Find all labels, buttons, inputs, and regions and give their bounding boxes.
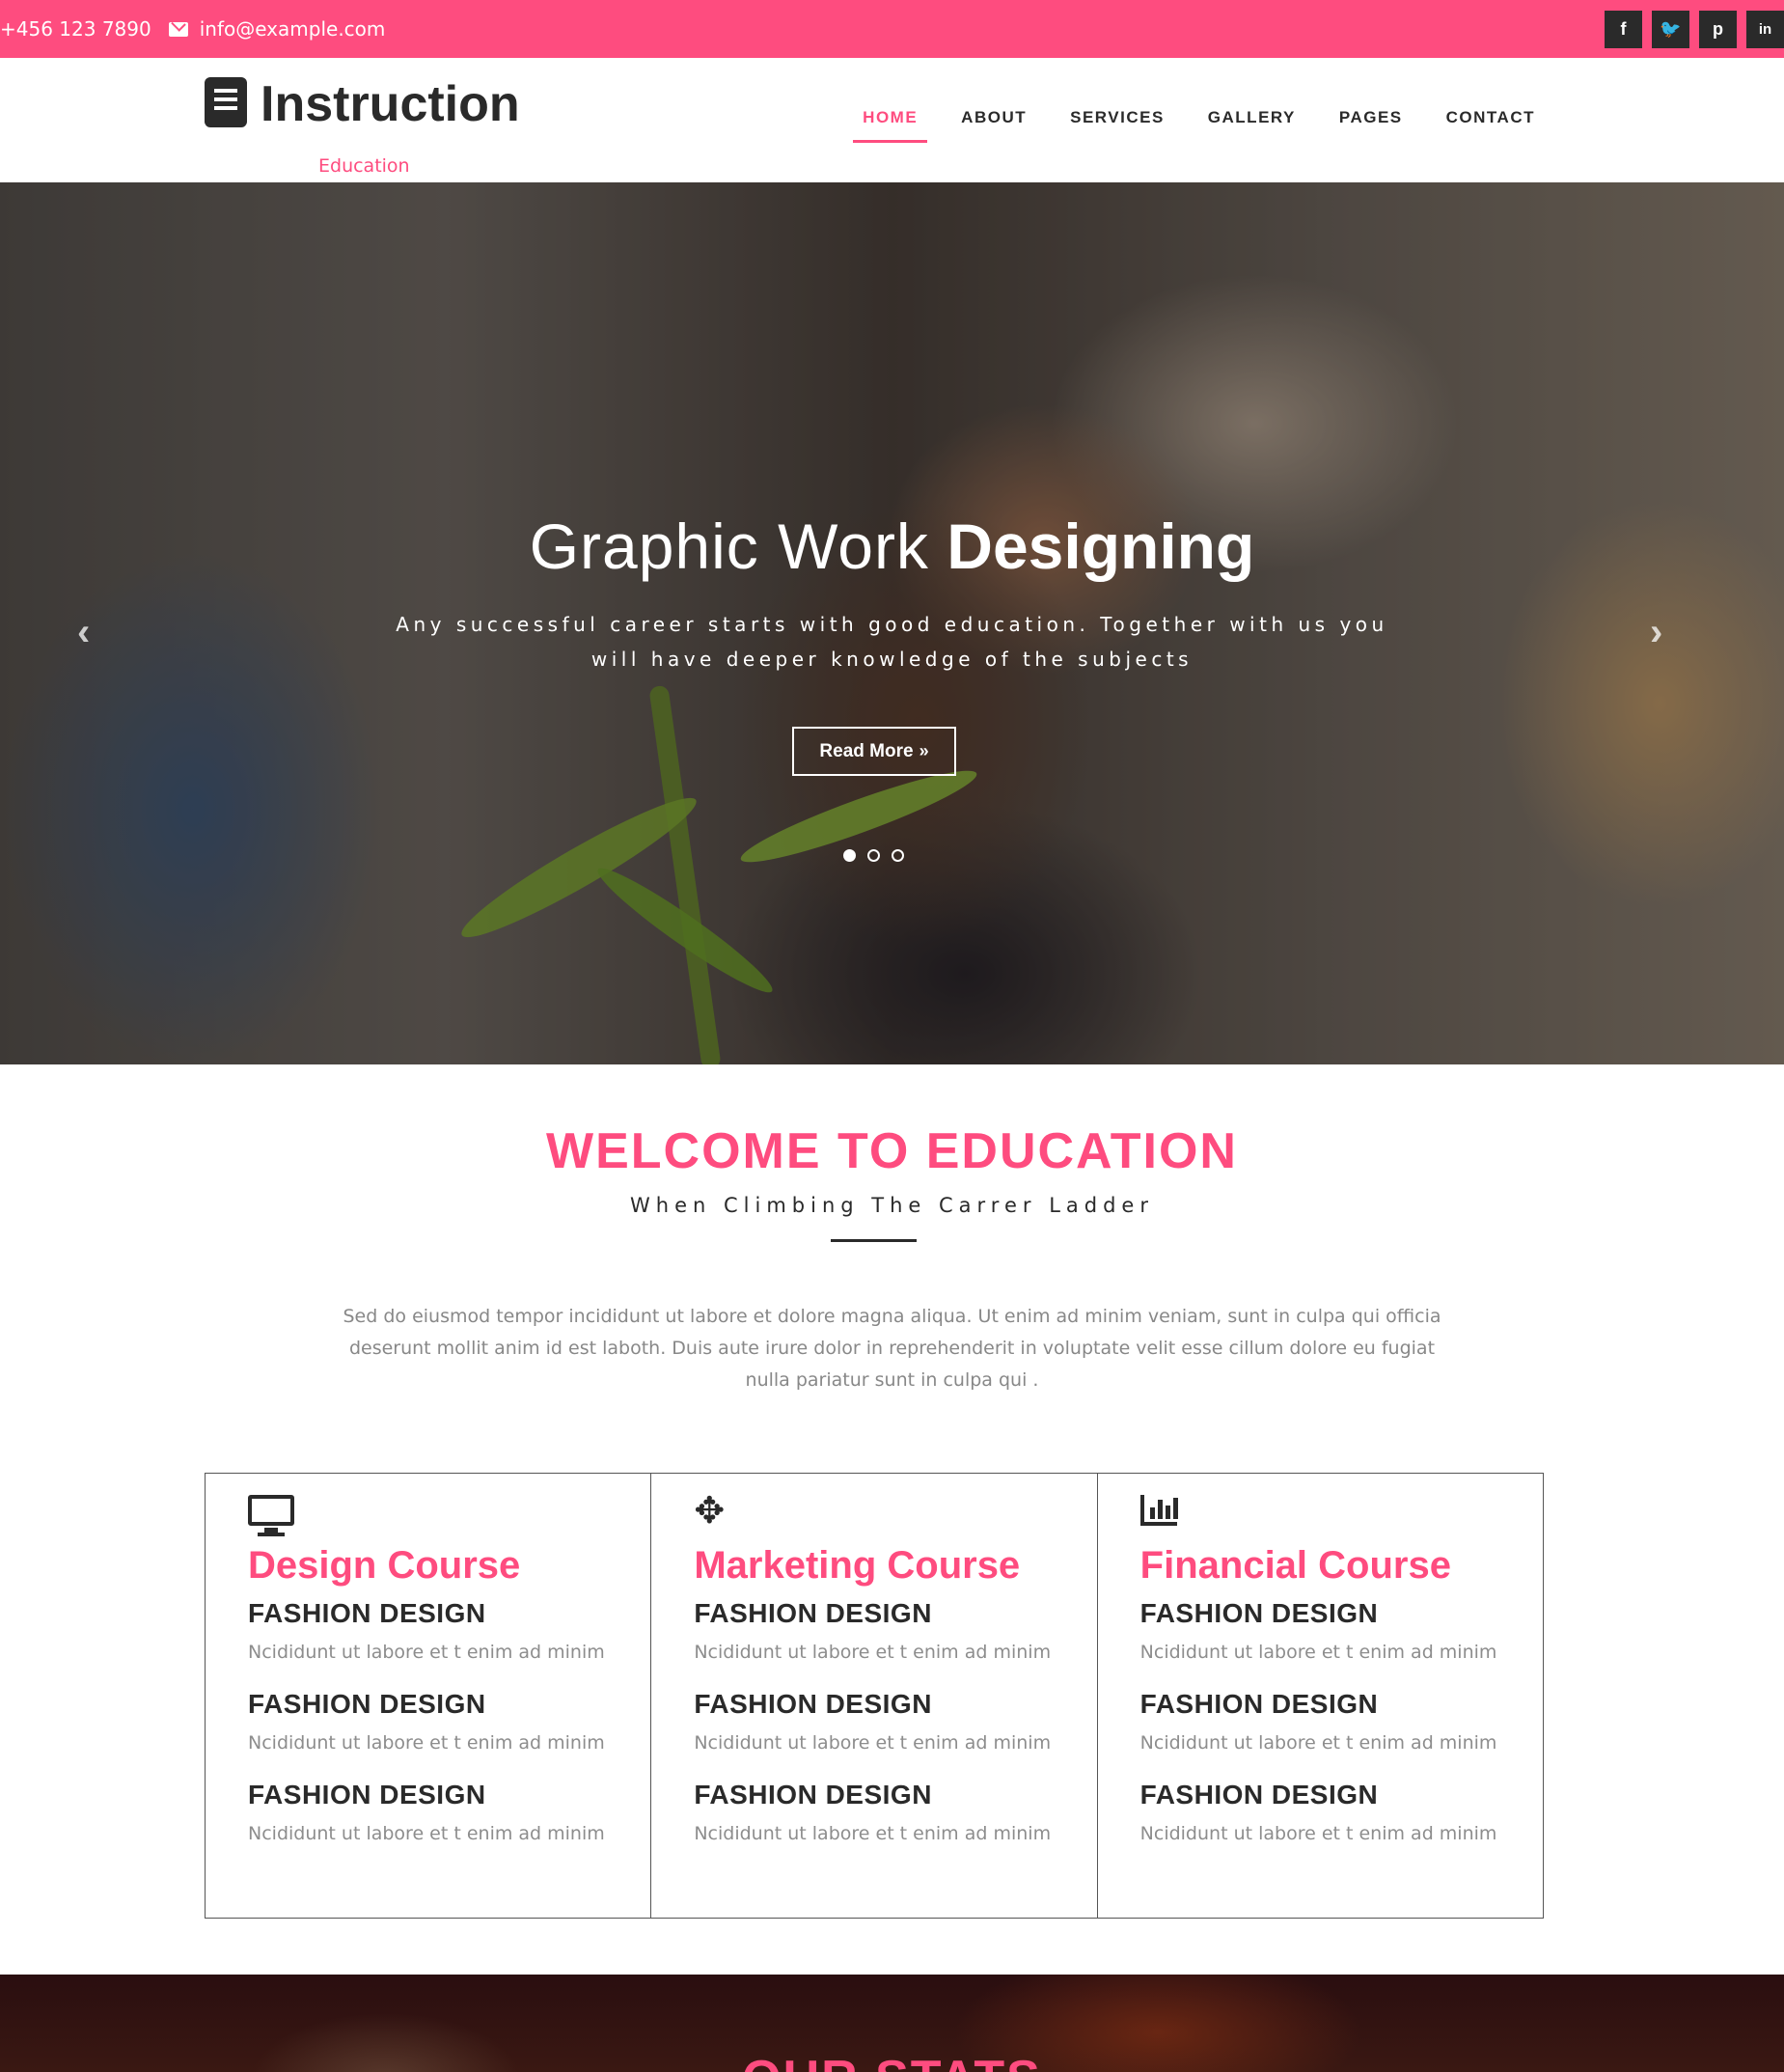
slider-dots [843, 849, 904, 862]
main-nav: HOME ABOUT SERVICES GALLERY PAGES CONTAC… [819, 108, 1535, 143]
course-icon-wrap [248, 1495, 608, 1536]
course-item-text: Ncididunt ut labore et t enim ad minim [248, 1823, 605, 1844]
courses-grid: Design Course FASHION DESIGN Ncididunt u… [205, 1473, 1544, 1919]
course-card-design: Design Course FASHION DESIGN Ncididunt u… [206, 1474, 652, 1918]
course-item-heading: FASHION DESIGN [694, 1780, 932, 1810]
slider-next-icon[interactable]: › [1650, 611, 1662, 654]
hero-text: Any successful career starts with good e… [396, 613, 1388, 671]
bar-chart-icon [1139, 1495, 1178, 1526]
hero-title: Graphic Work Designing [0, 511, 1784, 582]
hero-slider: ‹ › Graphic Work Designing Any successfu… [0, 182, 1784, 1064]
stats-title: OUR STATS [0, 2052, 1784, 2072]
envelope-icon [168, 21, 188, 37]
logo-tagline: Education [318, 155, 410, 177]
twitter-icon[interactable]: 🐦 [1652, 11, 1689, 48]
slider-dot-2[interactable] [867, 849, 880, 862]
course-item-heading: FASHION DESIGN [248, 1598, 486, 1628]
course-icon-wrap: ✥ [694, 1491, 1054, 1533]
hero-title-light: Graphic Work [529, 511, 929, 582]
course-title[interactable]: Design Course [248, 1543, 608, 1588]
course-item-heading: FASHION DESIGN [1139, 1780, 1379, 1810]
course-item-heading: FASHION DESIGN [248, 1689, 486, 1719]
book-icon [205, 77, 247, 127]
welcome-text: Sed do eiusmod tempor incididunt ut labo… [343, 1306, 1441, 1391]
read-more-button[interactable]: Read More » [792, 727, 956, 776]
slider-dot-1[interactable] [843, 849, 856, 862]
contact-info: +456 123 7890 info@example.com [0, 17, 385, 41]
phone-number[interactable]: +456 123 7890 [0, 17, 151, 41]
course-item-text: Ncididunt ut labore et t enim ad minim [248, 1732, 605, 1754]
slider-prev-icon[interactable]: ‹ [77, 611, 90, 654]
email-address[interactable]: info@example.com [200, 17, 386, 41]
nav-pages[interactable]: PAGES [1339, 108, 1403, 139]
linkedin-icon[interactable]: in [1746, 11, 1784, 48]
course-card-financial: Financial Course FASHION DESIGN Ncididun… [1098, 1474, 1543, 1918]
nav-services[interactable]: SERVICES [1070, 108, 1165, 139]
course-title[interactable]: Marketing Course [694, 1543, 1054, 1588]
course-item-text: Ncididunt ut labore et t enim ad minim [1139, 1823, 1497, 1844]
double-chevron-right-icon: » [919, 741, 929, 760]
course-item-text: Ncididunt ut labore et t enim ad minim [694, 1732, 1052, 1754]
course-item-heading: FASHION DESIGN [1139, 1598, 1379, 1628]
course-title[interactable]: Financial Course [1140, 1543, 1500, 1588]
welcome-subtitle: When Climbing The Carrer Ladder [630, 1194, 1154, 1217]
course-item-text: Ncididunt ut labore et t enim ad minim [694, 1642, 1052, 1663]
stats-section: OUR STATS [0, 1975, 1784, 2072]
course-item-heading: FASHION DESIGN [248, 1780, 486, 1810]
course-item-heading: FASHION DESIGN [1139, 1689, 1379, 1719]
nav-about[interactable]: ABOUT [961, 108, 1027, 139]
course-item-text: Ncididunt ut labore et t enim ad minim [694, 1823, 1052, 1844]
course-item-text: Ncididunt ut labore et t enim ad minim [1139, 1642, 1497, 1663]
facebook-icon[interactable]: f [1605, 11, 1642, 48]
nav-contact[interactable]: CONTACT [1446, 108, 1535, 139]
nav-gallery[interactable]: GALLERY [1208, 108, 1296, 139]
monitor-icon [248, 1495, 294, 1536]
pinterest-icon[interactable]: p [1699, 11, 1737, 48]
course-card-marketing: ✥ Marketing Course FASHION DESIGN Ncidid… [651, 1474, 1098, 1918]
title-divider [831, 1239, 917, 1242]
course-item-heading: FASHION DESIGN [694, 1689, 932, 1719]
top-bar: +456 123 7890 info@example.com f 🐦 p in [0, 0, 1784, 58]
read-more-label: Read More [819, 740, 914, 761]
nav-home[interactable]: HOME [853, 108, 928, 143]
hero-title-bold: Designing [947, 511, 1255, 582]
move-arrows-icon: ✥ [694, 1489, 726, 1532]
site-header: Instruction Education HOME ABOUT SERVICE… [0, 58, 1784, 182]
course-item-heading: FASHION DESIGN [694, 1598, 932, 1628]
social-links: f 🐦 p in [1605, 11, 1784, 48]
course-item-text: Ncididunt ut labore et t enim ad minim [248, 1642, 605, 1663]
slider-dot-3[interactable] [892, 849, 904, 862]
course-icon-wrap [1139, 1495, 1500, 1533]
logo-name: Instruction [261, 76, 520, 132]
welcome-title: WELCOME TO EDUCATION [546, 1123, 1238, 1179]
course-item-text: Ncididunt ut labore et t enim ad minim [1139, 1732, 1497, 1754]
